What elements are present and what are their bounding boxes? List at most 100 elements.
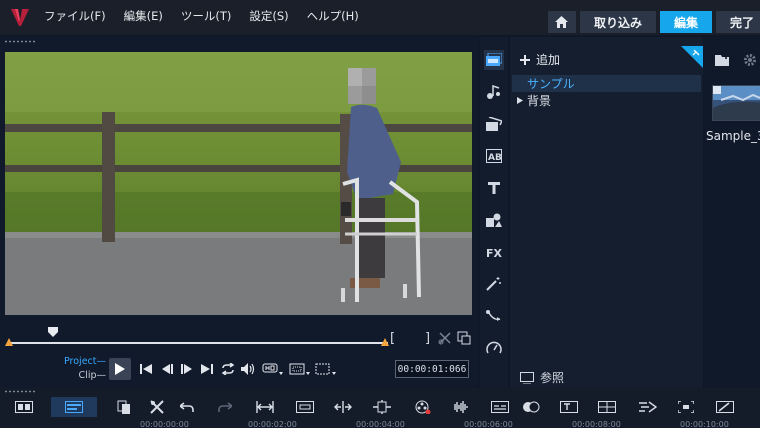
menu-tools[interactable]: ツール(T) (181, 8, 232, 24)
video-preview[interactable] (5, 52, 472, 315)
expand-arrow-icon[interactable] (517, 97, 523, 104)
thumbnail-label[interactable]: Sample_3 (706, 129, 760, 143)
scrub-track[interactable] (8, 342, 388, 344)
transition-icon (486, 117, 502, 131)
library-folder-panel: 追加 サンプル 背景 参照 (510, 37, 703, 388)
safe-zone-button[interactable] (287, 359, 313, 379)
motion-tracking-button[interactable] (412, 397, 434, 417)
instant-project-icon (487, 85, 500, 99)
frame-bracket-icon (678, 401, 694, 413)
graphics-icon (486, 213, 502, 227)
add-folder-button[interactable]: 追加 (520, 51, 560, 68)
multi-camera-button[interactable] (294, 397, 316, 417)
tool-graphics[interactable] (484, 210, 504, 230)
undo-icon (180, 402, 194, 412)
mark-in-button[interactable]: [ (390, 331, 395, 346)
trim-icon (334, 401, 352, 413)
browse-label: 参照 (540, 371, 565, 385)
tab-capture[interactable]: 取り込み (579, 11, 656, 33)
mode-project-label[interactable]: Project (64, 356, 97, 367)
enlarge-preview-icon[interactable] (457, 331, 471, 345)
fit-project-button[interactable] (254, 397, 276, 417)
mark-out-button[interactable]: ] (425, 331, 430, 346)
redo-icon (218, 402, 232, 412)
tool-gauge[interactable] (484, 338, 504, 358)
video-masking-button[interactable] (675, 397, 697, 417)
go-to-start-button[interactable] (136, 359, 156, 379)
tool-path[interactable] (484, 306, 504, 326)
time-remapping-button[interactable] (637, 397, 659, 417)
fx-icon: FX (486, 247, 502, 259)
tools-button[interactable] (146, 397, 168, 417)
svg-text:AB: AB (488, 153, 502, 163)
play-button[interactable] (109, 358, 131, 380)
go-to-end-button[interactable] (197, 359, 217, 379)
split-screen-icon (373, 400, 391, 414)
menu-settings[interactable]: 設定(S) (249, 8, 288, 24)
pin-corner-icon[interactable] (681, 46, 703, 68)
prev-frame-icon (162, 364, 173, 374)
media-thumbnail[interactable] (712, 85, 760, 121)
mask-creator-button[interactable] (520, 397, 542, 417)
repeat-button[interactable] (218, 359, 238, 379)
multi-layer-button[interactable] (596, 397, 618, 417)
hd-preview-button[interactable] (260, 359, 286, 379)
title-editor-button[interactable] (558, 397, 580, 417)
next-frame-icon (181, 364, 192, 374)
volume-button[interactable] (238, 359, 258, 379)
speaker-icon (241, 363, 255, 375)
menu-file[interactable]: ファイル(F) (44, 8, 106, 24)
text-icon (488, 182, 500, 194)
mode-clip-label[interactable]: Clip (79, 370, 97, 381)
tab-share[interactable]: 完了 (715, 11, 760, 33)
tool-fx[interactable]: FX (484, 242, 504, 262)
skip-end-icon (201, 364, 213, 374)
timecode-display[interactable]: 00:00:01:066 (395, 360, 469, 378)
settings-gear-icon[interactable] (743, 53, 757, 67)
trim-button[interactable] (332, 397, 354, 417)
undo-button[interactable] (176, 397, 198, 417)
painting-creator-button[interactable] (714, 397, 736, 417)
scrubber-handle[interactable] (48, 327, 58, 337)
tool-media[interactable] (484, 50, 504, 70)
timeline-ruler[interactable]: 00:00:00:00 00:00:02:00 00:00:04:00 00:0… (120, 420, 760, 428)
trim-marker-end[interactable] (381, 338, 389, 346)
play-mode-selector[interactable]: Project— Clip— (58, 355, 106, 383)
tab-edit[interactable]: 編集 (659, 11, 712, 33)
hd-icon (262, 363, 283, 375)
storyboard-view-button[interactable] (13, 397, 35, 417)
folder-background[interactable]: 背景 (512, 92, 701, 109)
tool-filter[interactable] (484, 274, 504, 294)
text-box-icon (560, 401, 578, 413)
timeline-view-button[interactable] (51, 397, 97, 417)
browse-button[interactable]: 参照 (520, 369, 564, 386)
tools-icon (150, 400, 164, 414)
menu-help[interactable]: ヘルプ(H) (307, 8, 359, 24)
fit-width-icon (256, 401, 274, 413)
redo-button[interactable] (214, 397, 236, 417)
menu-edit[interactable]: 編集(E) (124, 8, 163, 24)
aspect-ratio-button[interactable] (313, 359, 339, 379)
tool-instant-project[interactable] (484, 82, 504, 102)
ruler-label: 00:00:04:00 (356, 420, 405, 428)
import-folder-icon[interactable] (715, 53, 731, 66)
split-button[interactable] (371, 397, 393, 417)
waveform-icon (454, 401, 468, 413)
trim-marker-start[interactable] (5, 338, 13, 346)
panel-grip[interactable] (4, 40, 36, 43)
magic-wand-icon (486, 277, 501, 291)
timeline-grip[interactable] (4, 390, 36, 393)
folder-sample[interactable]: サンプル (512, 75, 701, 92)
home-button[interactable] (547, 11, 576, 33)
audio-mixer-button[interactable] (450, 397, 472, 417)
track-manager-button[interactable] (113, 397, 135, 417)
subtitle-icon (491, 401, 509, 413)
split-clip-icon[interactable] (438, 331, 452, 345)
tool-transition[interactable] (484, 114, 504, 134)
next-frame-button[interactable] (176, 359, 196, 379)
subtitle-editor-button[interactable] (489, 397, 511, 417)
scrub-bar: [ ] (5, 327, 472, 347)
previous-frame-button[interactable] (158, 359, 178, 379)
tool-title[interactable]: AB (484, 146, 504, 166)
tool-text[interactable] (484, 178, 504, 198)
